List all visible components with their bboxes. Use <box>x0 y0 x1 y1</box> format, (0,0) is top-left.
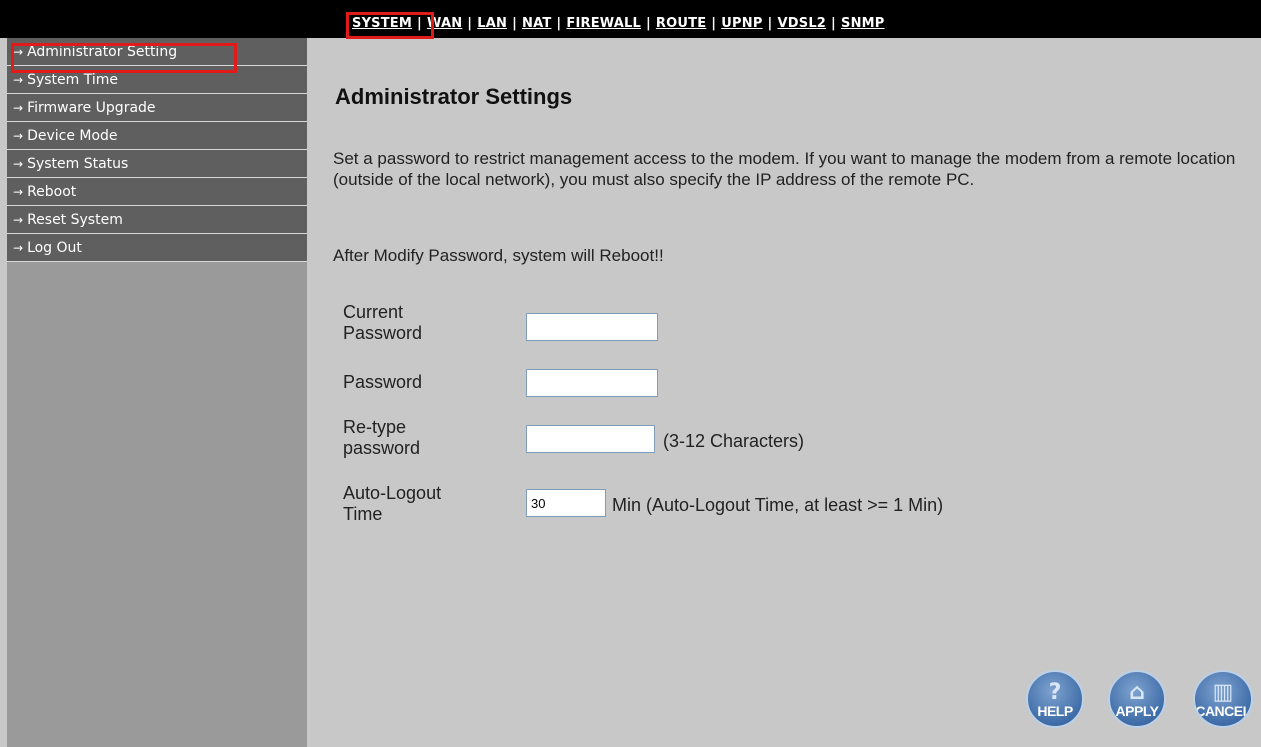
current-password-input[interactable] <box>526 313 658 341</box>
question-mark-icon: ? <box>1048 680 1062 705</box>
sidebar-item-firmware-upgrade[interactable]: → Firmware Upgrade <box>7 94 307 122</box>
sidebar-item-log-out[interactable]: → Log Out <box>7 234 307 262</box>
sidebar-item-reset-system[interactable]: → Reset System <box>7 206 307 234</box>
arrow-right-icon: → <box>13 101 24 115</box>
current-password-label-line1: Current <box>343 302 404 322</box>
main-content: Administrator Settings Set a password to… <box>307 38 1261 747</box>
cancel-button[interactable]: ▥ CANCEL <box>1193 670 1253 728</box>
sidebar-item-system-status[interactable]: → System Status <box>7 150 307 178</box>
current-password-label: Current Password <box>343 302 422 344</box>
arrow-right-icon: → <box>13 73 24 87</box>
password-input[interactable] <box>526 369 658 397</box>
sidebar-item-label: Device Mode <box>27 128 118 144</box>
nav-separator: | <box>645 16 651 31</box>
arrow-right-icon: → <box>13 157 24 171</box>
sidebar-item-device-mode[interactable]: → Device Mode <box>7 122 307 150</box>
arrow-right-icon: → <box>13 213 24 227</box>
retype-password-input[interactable] <box>526 425 655 453</box>
help-button[interactable]: ? HELP <box>1026 670 1084 728</box>
page-description: Set a password to restrict management ac… <box>333 149 1236 189</box>
auto-logout-label-line1: Auto-Logout <box>343 483 442 503</box>
auto-logout-label-line2: Time <box>343 504 383 524</box>
apply-button[interactable]: ⌂ APPLY <box>1108 670 1166 728</box>
retype-password-label-line1: Re-type <box>343 417 407 437</box>
apply-button-label: APPLY <box>1115 703 1159 719</box>
tab-lan[interactable]: LAN <box>477 16 507 31</box>
tab-upnp[interactable]: UPNP <box>721 16 762 31</box>
nav-separator: | <box>831 16 836 31</box>
pill-icon: ⌂ <box>1129 680 1145 705</box>
sidebar-item-label: Reboot <box>27 184 77 200</box>
cancel-button-label: CANCEL <box>1195 703 1251 719</box>
nav-separator: | <box>767 16 773 31</box>
help-button-label: HELP <box>1037 703 1073 719</box>
top-navigation-bar: SYSTEM | WAN | LAN | NAT | FIREWALL | ROUTE | UPNP | V… <box>0 0 1261 38</box>
nav-separator: | <box>556 16 562 31</box>
arrow-right-icon: → <box>13 129 24 143</box>
trash-can-icon: ▥ <box>1212 680 1234 705</box>
sidebar-item-label: Firmware Upgrade <box>27 100 156 116</box>
tab-firewall[interactable]: FIREWALL <box>566 16 641 31</box>
sidebar-item-reboot[interactable]: → Reboot <box>7 178 307 206</box>
nav-separator: | <box>512 16 518 31</box>
sidebar-item-label: System Time <box>27 72 118 88</box>
retype-password-label: Re-type password <box>343 417 420 459</box>
retype-password-label-line2: password <box>343 438 421 458</box>
sidebar-item-label: System Status <box>27 156 129 172</box>
sidebar-item-label: Log Out <box>27 240 82 256</box>
tab-vdsl2[interactable]: VDSL2 <box>778 16 827 31</box>
password-label: Password <box>343 372 423 392</box>
reboot-warning: After Modify Password, system will Reboo… <box>333 246 664 265</box>
auto-logout-hint: Min (Auto-Logout Time, at least >= 1 Min… <box>612 495 944 515</box>
highlight-box-administrator-setting <box>11 43 237 73</box>
tab-nat[interactable]: NAT <box>522 16 551 31</box>
nav-separator: | <box>711 16 717 31</box>
sidebar: → Administrator Setting → System Time → Fir… <box>7 38 307 747</box>
tab-route[interactable]: ROUTE <box>656 16 706 31</box>
current-password-label-line2: Password <box>343 323 423 343</box>
auto-logout-time-input[interactable] <box>526 489 606 517</box>
tab-snmp[interactable]: SNMP <box>841 16 885 31</box>
page-title: Administrator Settings <box>335 84 573 109</box>
sidebar-item-label: Reset System <box>27 212 123 228</box>
auto-logout-label: Auto-Logout Time <box>343 483 441 525</box>
password-length-hint: (3-12 Characters) <box>663 431 805 451</box>
nav-separator: | <box>467 16 473 31</box>
arrow-right-icon: → <box>13 185 24 199</box>
highlight-box-system-tab <box>346 12 434 39</box>
arrow-right-icon: → <box>13 241 24 255</box>
